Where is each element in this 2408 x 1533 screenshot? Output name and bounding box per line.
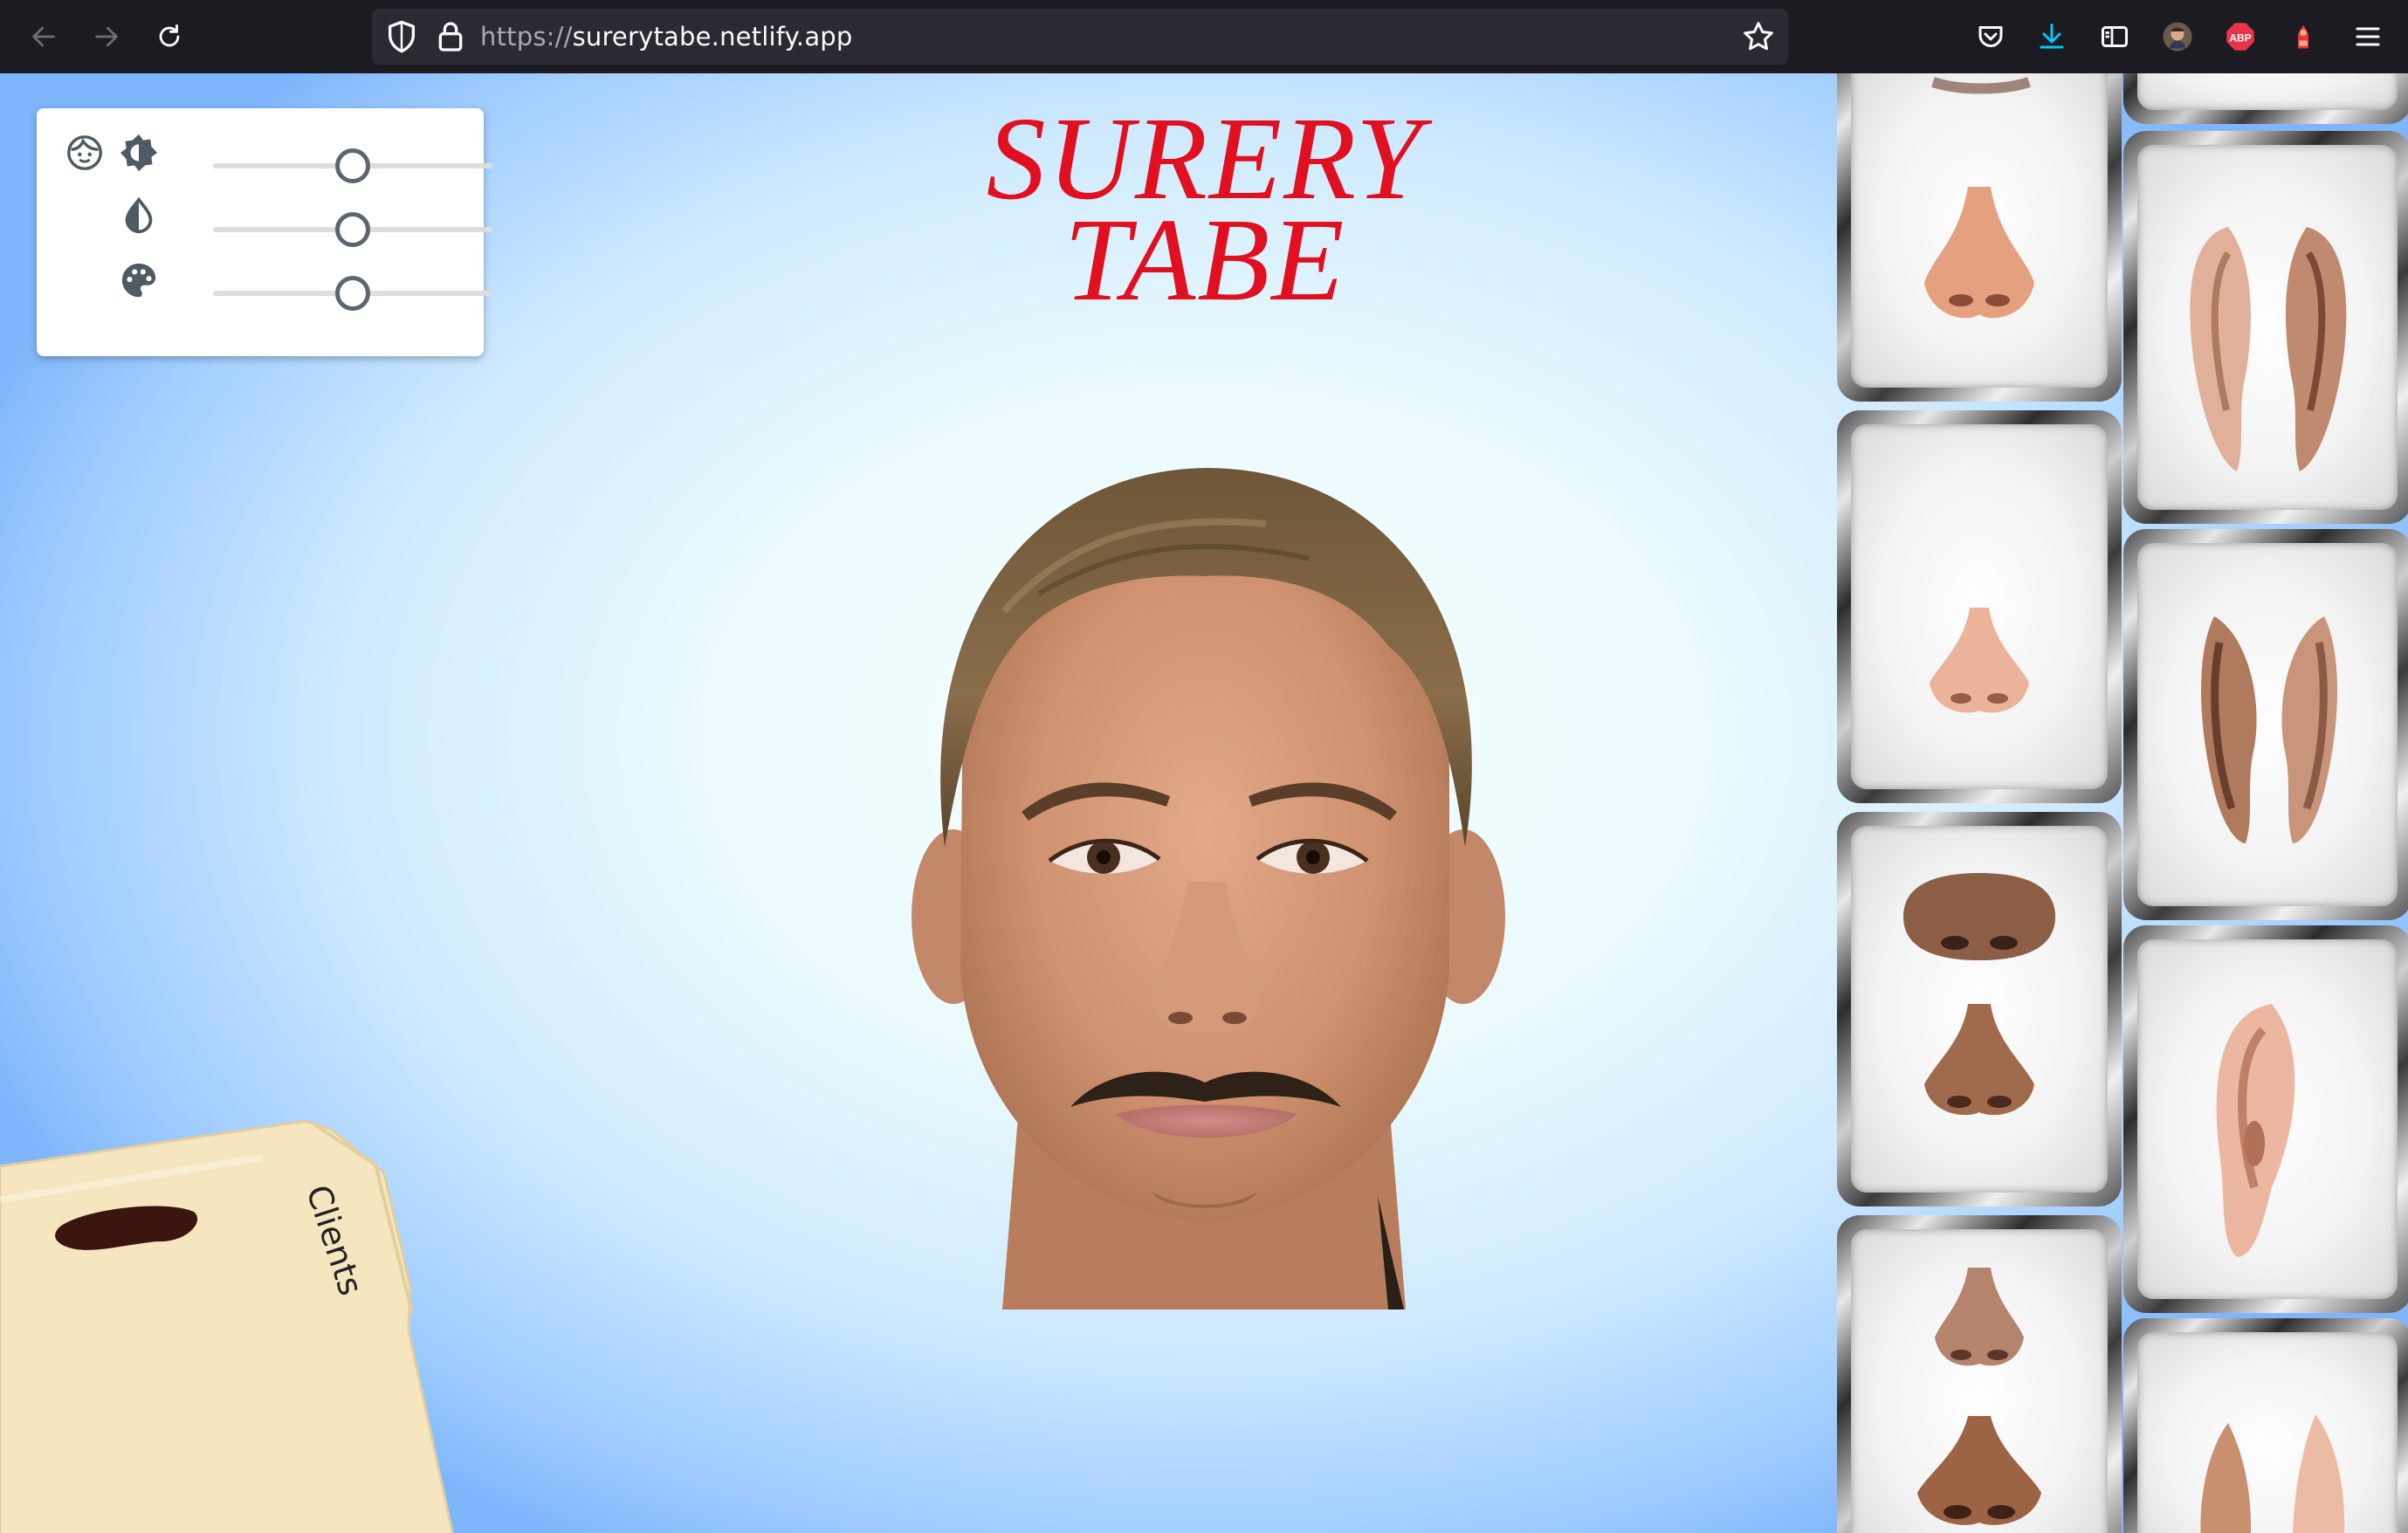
ear-image — [2200, 1414, 2345, 1533]
nose-image — [1903, 873, 2055, 1116]
adjustment-panel — [37, 108, 492, 356]
extension-figure-icon — [2298, 24, 2308, 49]
lock-icon[interactable] — [433, 19, 468, 54]
sidebar-icon — [2102, 26, 2128, 47]
extension-button[interactable] — [2284, 17, 2322, 56]
nose-tray[interactable] — [1837, 73, 2122, 402]
arrow-right-icon — [95, 26, 118, 47]
shield-icon[interactable] — [384, 19, 419, 54]
reload-icon — [159, 24, 180, 47]
abp-icon: ABP — [2226, 23, 2254, 51]
reload-button[interactable] — [145, 12, 194, 61]
drop-icon — [125, 196, 153, 234]
composite-face-image[interactable] — [899, 393, 1510, 1327]
address-bar[interactable]: https://surerytabe.netlify.app — [372, 9, 1788, 65]
title-line-2: TABE — [1063, 195, 1346, 326]
download-icon — [2040, 24, 2064, 49]
forward-button[interactable] — [82, 12, 131, 61]
ears-image — [2201, 616, 2337, 843]
back-button[interactable] — [19, 12, 68, 61]
slider-thumb[interactable] — [335, 276, 370, 311]
abp-label: ABP — [2229, 31, 2251, 44]
slider-thumb[interactable] — [335, 148, 370, 183]
face-icon — [67, 135, 102, 170]
downloads-button[interactable] — [2033, 17, 2071, 56]
star-icon[interactable] — [1741, 19, 1776, 54]
ear-tray[interactable] — [2123, 1318, 2408, 1533]
url-host: surerytabe.netlify.app — [572, 22, 853, 52]
saturation-slider[interactable] — [213, 211, 492, 248]
hue-slider[interactable] — [213, 275, 492, 312]
pocket-button[interactable] — [1971, 17, 2010, 56]
reader-view-button[interactable] — [2095, 17, 2134, 56]
slider-thumb[interactable] — [335, 212, 370, 247]
nose-tray[interactable] — [1837, 812, 2122, 1206]
nose-image — [1924, 77, 2034, 319]
pocket-icon — [1978, 26, 2003, 47]
nose-image — [1917, 1268, 2041, 1525]
palette-icon — [121, 263, 156, 298]
adblock-extension[interactable]: ABP — [2221, 17, 2260, 56]
ear-tray[interactable] — [2123, 925, 2408, 1313]
ears-image — [2190, 227, 2347, 471]
ear-image — [2216, 1004, 2295, 1257]
avatar-icon — [2163, 22, 2192, 52]
arrow-left-icon — [32, 26, 55, 47]
brightness-icon — [120, 134, 158, 172]
url-text[interactable]: https://surerytabe.netlify.app — [480, 22, 853, 52]
page-title: SURERY TABE — [882, 100, 1528, 326]
ear-tray[interactable] — [2123, 131, 2408, 524]
clients-folder[interactable] — [0, 1103, 471, 1533]
nose-tray[interactable] — [1837, 1215, 2122, 1533]
url-scheme: https:// — [480, 22, 573, 52]
ear-tray[interactable] — [2123, 73, 2408, 124]
nose-image — [1930, 608, 2029, 713]
nose-tray[interactable] — [1837, 410, 2122, 803]
page-viewport: SURERY TABE Clients — [0, 73, 2408, 1533]
profile-extension[interactable] — [2158, 17, 2197, 56]
hamburger-menu-icon — [2356, 27, 2380, 46]
browser-toolbar: https://surerytabe.netlify.app ABP — [0, 0, 2408, 73]
ear-tray[interactable] — [2123, 529, 2408, 920]
menu-button[interactable] — [2349, 17, 2387, 56]
brightness-slider[interactable] — [213, 148, 492, 184]
